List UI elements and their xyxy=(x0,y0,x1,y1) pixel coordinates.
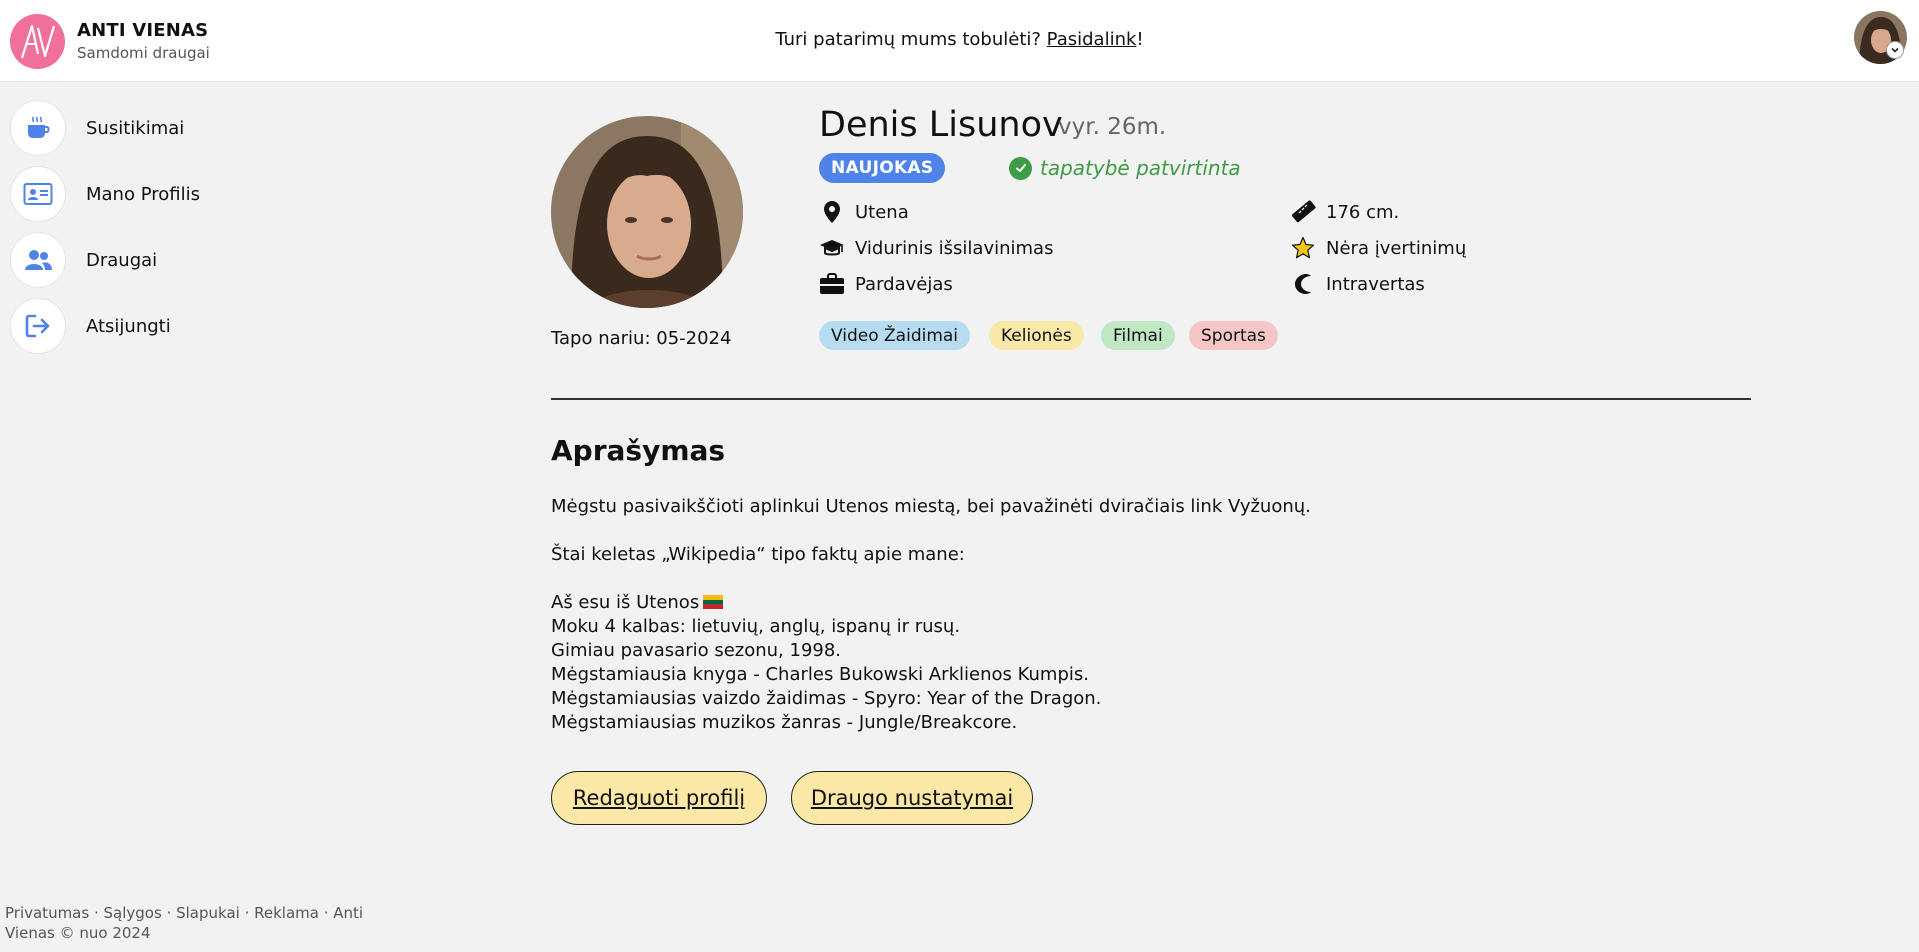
footer-link-terms[interactable]: Sąlygos xyxy=(104,904,162,922)
fact-line: Aš esu iš Utenos xyxy=(551,592,724,613)
logo-mark-icon xyxy=(20,24,56,59)
check-circle-icon xyxy=(1009,156,1032,180)
fact-line: Moku 4 kalbas: lietuvių, anglų, ispanų i… xyxy=(551,616,961,637)
description-facts-intro: Štai keletas „Wikipedia“ tipo faktų apie… xyxy=(551,544,965,565)
info-height-value: 176 cm. xyxy=(1326,201,1400,223)
footer-separator: · xyxy=(161,904,177,922)
feedback-suffix: ! xyxy=(1136,29,1144,50)
profile-name: Denis Lisunov xyxy=(819,105,1063,145)
info-rating: Nėra įvertinimų xyxy=(1290,234,1466,262)
sidebar-item-logout[interactable]: Atsijungti xyxy=(10,298,240,354)
description-title: Aprašymas xyxy=(551,434,726,467)
footer-separator: · xyxy=(318,904,334,922)
map-pin-icon xyxy=(819,199,845,225)
info-occupation: Pardavėjas xyxy=(819,270,953,298)
info-height: 176 cm. xyxy=(1290,198,1399,226)
info-education-value: Vidurinis išsilavinimas xyxy=(855,237,1054,259)
graduation-cap-icon xyxy=(819,235,845,261)
interest-tag: Video Žaidimai xyxy=(819,321,971,350)
interest-tag: Filmai xyxy=(1101,321,1175,350)
moon-icon xyxy=(1290,271,1316,297)
verified-status: tapatybė patvirtinta xyxy=(1009,153,1241,183)
users-icon xyxy=(10,232,66,288)
verified-label: tapatybė patvirtinta xyxy=(1040,156,1241,180)
footer-separator: · xyxy=(89,904,104,922)
sidebar-item-label: Draugai xyxy=(86,249,158,271)
top-header: ANTI VIENAS Samdomi draugai Turi patarim… xyxy=(0,0,1919,82)
info-education: Vidurinis išsilavinimas xyxy=(819,234,1053,262)
coffee-cup-icon xyxy=(10,100,66,156)
footer: Privatumas · Sąlygos · Slapukai · Reklam… xyxy=(5,903,375,943)
brand-subtitle: Samdomi draugai xyxy=(77,44,210,62)
fact-line: Mėgstamiausia knyga - Charles Bukowski A… xyxy=(551,664,1089,685)
feedback-text: Turi patarimų mums tobulėti? xyxy=(775,29,1047,50)
edit-profile-button[interactable]: Redaguoti profilį xyxy=(551,771,767,825)
info-city: Utena xyxy=(819,198,909,226)
sidebar-item-meetings[interactable]: Susitikimai xyxy=(10,100,240,156)
friend-settings-button[interactable]: Draugo nustatymai xyxy=(791,771,1033,825)
info-personality: Intravertas xyxy=(1290,270,1425,298)
briefcase-icon xyxy=(819,271,845,297)
feedback-banner: Turi patarimų mums tobulėti? Pasidalink! xyxy=(0,29,1919,50)
status-badge: NAUJOKAS xyxy=(819,153,946,183)
sidebar-item-label: Susitikimai xyxy=(86,117,185,139)
interest-tag: Kelionės xyxy=(989,321,1084,350)
fact-line: Gimiau pavasario sezonu, 1998. xyxy=(551,640,842,661)
section-divider xyxy=(551,398,1751,400)
feedback-link[interactable]: Pasidalink xyxy=(1047,29,1137,50)
sidebar-item-my-profile[interactable]: Mano Profilis xyxy=(10,166,240,222)
ruler-icon xyxy=(1290,199,1316,225)
fact-text: Aš esu iš Utenos xyxy=(551,592,700,613)
fact-line: Mėgstamiausias vaizdo žaidimas - Spyro: … xyxy=(551,688,1102,709)
fact-line: Mėgstamiausias muzikos žanras - Jungle/B… xyxy=(551,712,1018,733)
footer-link-cookies[interactable]: Slapukai xyxy=(176,904,240,922)
lithuania-flag-icon xyxy=(703,595,724,609)
profile-photo xyxy=(551,116,743,308)
description-intro: Mėgstu pasivaikščioti aplinkui Utenos mi… xyxy=(551,496,1311,517)
interest-tag: Sportas xyxy=(1189,321,1278,350)
info-city-value: Utena xyxy=(855,201,909,223)
brand-title: ANTI VIENAS xyxy=(77,20,209,41)
id-card-icon xyxy=(10,166,66,222)
star-icon xyxy=(1290,235,1316,261)
sidebar-item-label: Atsijungti xyxy=(86,315,171,337)
logout-icon xyxy=(10,298,66,354)
sidebar-item-friends[interactable]: Draugai xyxy=(10,232,240,288)
member-since: Tapo nariu: 05-2024 xyxy=(551,328,732,349)
info-rating-value: Nėra įvertinimų xyxy=(1326,237,1467,259)
sidebar-item-label: Mano Profilis xyxy=(86,183,200,205)
footer-separator: · xyxy=(239,904,255,922)
chevron-down-icon[interactable] xyxy=(1886,41,1904,59)
info-occupation-value: Pardavėjas xyxy=(855,273,953,295)
brand-logo[interactable] xyxy=(10,14,65,69)
footer-link-privacy[interactable]: Privatumas xyxy=(5,904,89,922)
profile-age: vyr. 26m. xyxy=(1058,114,1167,140)
info-personality-value: Intravertas xyxy=(1326,273,1425,295)
footer-link-ads[interactable]: Reklama xyxy=(254,904,319,922)
